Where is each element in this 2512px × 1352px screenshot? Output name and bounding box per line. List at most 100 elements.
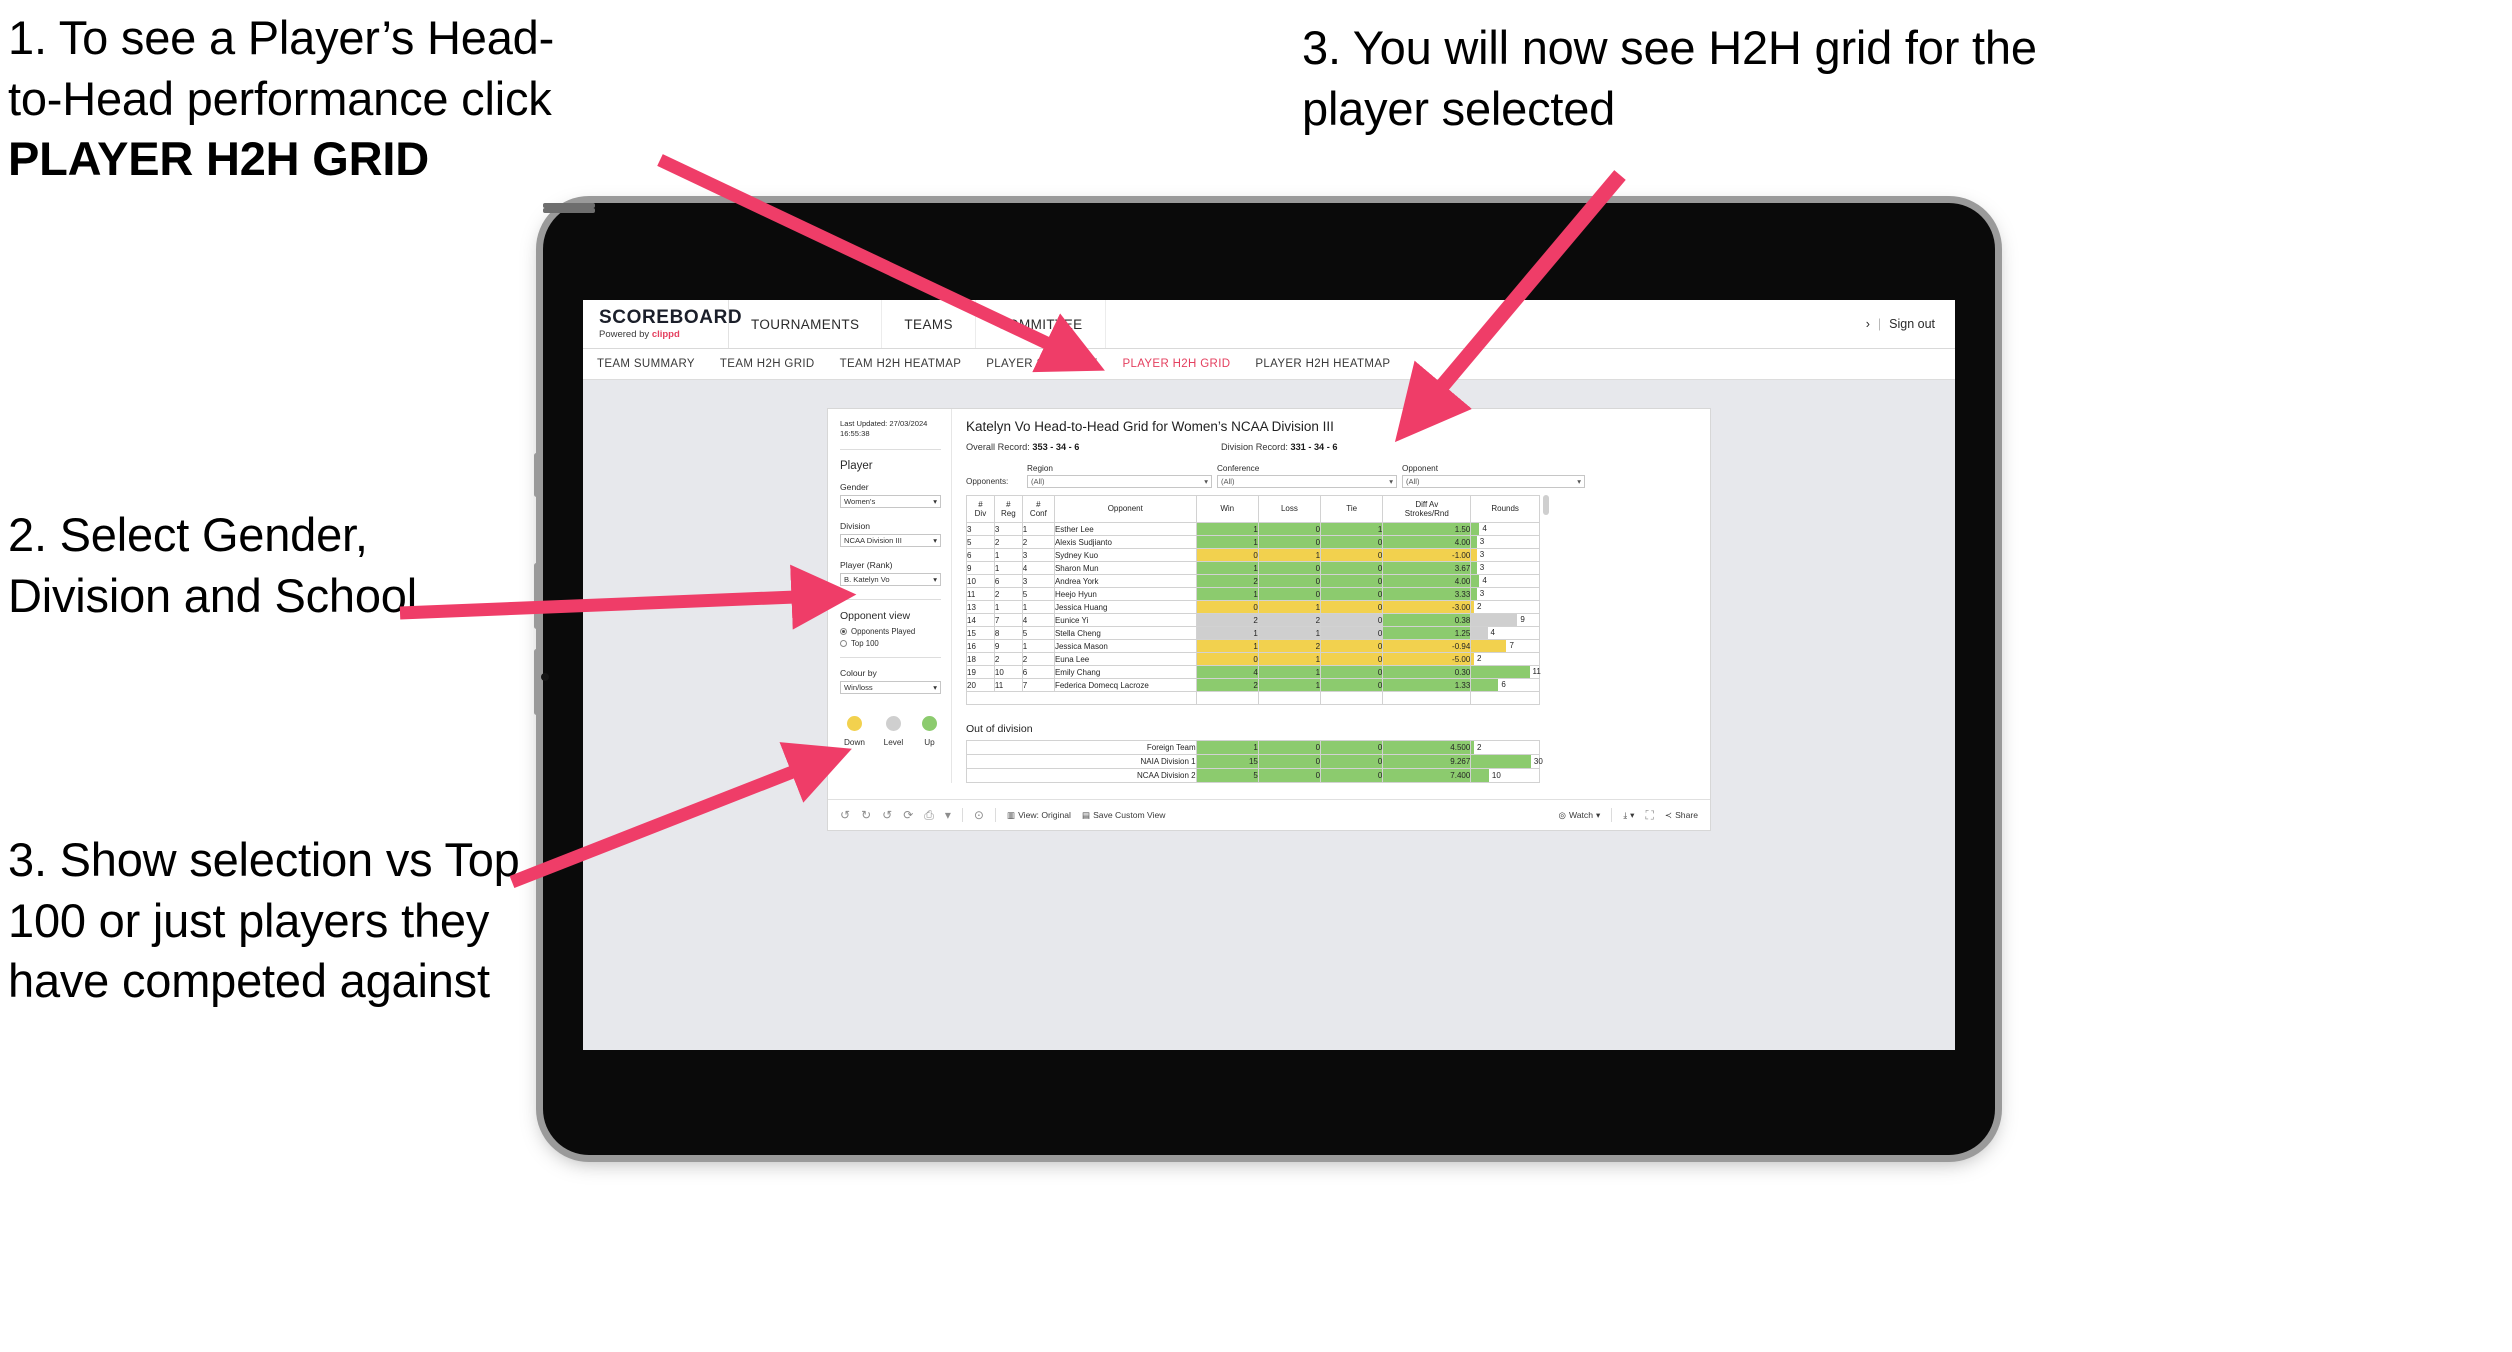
cell-div: 15 xyxy=(966,626,995,640)
cell-group-name: NCAA Division 2 xyxy=(966,768,1197,783)
legend-item-up: Up xyxy=(921,715,937,747)
col-reg[interactable]: # Reg xyxy=(993,495,1023,523)
gender-select[interactable]: Women's ▾ xyxy=(840,494,941,508)
cell-div: 11 xyxy=(966,587,995,601)
tab-player-h2h-grid[interactable]: PLAYER H2H GRID xyxy=(1122,358,1230,370)
player-rank-select-value: B. Katelyn Vo xyxy=(844,574,890,584)
division-label: Division xyxy=(840,520,871,531)
sidebar-divider-2 xyxy=(840,598,941,600)
cell-opponent: Jessica Huang xyxy=(1053,600,1197,614)
radio-opponents-played[interactable]: Opponents Played xyxy=(840,627,941,636)
chevron-down-icon[interactable]: ▾ xyxy=(945,809,951,821)
tab-team-h2h-heatmap[interactable]: TEAM H2H HEATMAP xyxy=(840,358,962,370)
table-row[interactable]: NAIA Division 1 15 0 0 9.267 30 xyxy=(966,754,1543,769)
table-row[interactable]: Foreign Team 1 0 0 4.500 2 xyxy=(966,740,1540,755)
cell-win: 15 xyxy=(1195,754,1259,769)
vertical-scrollbar[interactable] xyxy=(1543,495,1549,515)
cell-win: 2 xyxy=(1195,574,1259,588)
cell-tie: 0 xyxy=(1320,652,1384,666)
account-area: › | Sign out xyxy=(1866,300,1955,348)
table-row[interactable]: 5 2 2 Alexis Sudjianto 1 0 0 4.00 3 xyxy=(966,535,1540,549)
watch-button[interactable]: ◎ Watch ▾ xyxy=(1558,810,1600,821)
col-win[interactable]: Win xyxy=(1195,495,1259,523)
annotation-step-2: 2. Select Gender, Division and School xyxy=(8,508,417,622)
table-row[interactable]: 19 10 6 Emily Chang 4 1 0 0.30 11 xyxy=(966,665,1541,679)
tab-team-h2h-grid[interactable]: TEAM H2H GRID xyxy=(720,358,815,370)
pause-icon[interactable]: ⎙ xyxy=(924,809,934,821)
refresh-icon[interactable]: ⟳ xyxy=(903,809,913,821)
tab-team-summary[interactable]: TEAM SUMMARY xyxy=(597,358,695,370)
download-button[interactable]: ⤓ ▾ xyxy=(1623,810,1634,821)
scoreboard-logo[interactable]: SCOREBOARD Powered by clippd xyxy=(583,300,742,348)
table-row[interactable]: 20 11 7 Federica Domecq Lacroze 2 1 0 1.33 6 xyxy=(966,678,1540,692)
col-div[interactable]: # Div xyxy=(966,495,995,523)
table-row[interactable]: 6 1 3 Sydney Kuo 0 1 0 -1.00 3 xyxy=(966,548,1540,562)
cell-tie: 0 xyxy=(1320,613,1384,627)
cell-diff: -0.94 xyxy=(1382,639,1472,653)
division-select[interactable]: NCAA Division III ▾ xyxy=(840,533,941,547)
col-opponent[interactable]: Opponent xyxy=(1053,495,1197,523)
tab-player-h2h-heatmap[interactable]: PLAYER H2H HEATMAP xyxy=(1255,358,1390,370)
nav-item-committee[interactable]: COMMITTEE xyxy=(976,300,1106,348)
colour-by-label: Colour by xyxy=(840,667,877,678)
account-chevron-icon[interactable]: › xyxy=(1866,317,1870,331)
watch-label: Watch xyxy=(1568,810,1593,820)
revert-icon[interactable]: ↺ xyxy=(882,809,892,821)
table-row[interactable]: 18 2 2 Euna Lee 0 1 0 -5.00 2 xyxy=(966,652,1540,666)
conference-filter: Conference (All) ▾ xyxy=(1217,464,1397,488)
tab-player-summary[interactable]: PLAYER SUMMARY xyxy=(986,358,1097,370)
cell-diff: 0.30 xyxy=(1382,665,1472,679)
table-row[interactable]: 13 1 1 Jessica Huang 0 1 0 -3.00 2 xyxy=(966,600,1540,614)
chevron-down-icon: ▾ xyxy=(933,682,937,692)
radio-top-100[interactable]: Top 100 xyxy=(840,639,941,648)
cell-diff: 1.33 xyxy=(1382,678,1472,692)
cell-conf: 2 xyxy=(1021,535,1055,549)
cell-reg: 1 xyxy=(993,561,1023,575)
col-conf-l2: Conf xyxy=(1029,509,1047,518)
opponent-select[interactable]: (All) ▾ xyxy=(1402,475,1585,488)
table-row[interactable]: 3 3 1 Esther Lee 1 0 1 1.50 4 xyxy=(966,522,1540,536)
h2h-grid-body: 3 3 1 Esther Lee 1 0 1 1.50 4 5 2 2 Alexis Sudjianto… xyxy=(966,522,1541,705)
cell-reg: 6 xyxy=(993,574,1023,588)
cell-diff: -1.00 xyxy=(1382,548,1472,562)
sign-out-link[interactable]: Sign out xyxy=(1889,317,1935,331)
table-row[interactable]: 15 8 5 Stella Cheng 1 1 0 1.25 4 xyxy=(966,626,1540,640)
col-diff-av[interactable]: Diff Av Strokes/Rnd xyxy=(1382,495,1472,523)
table-row[interactable]: NCAA Division 2 5 0 0 7.400 10 xyxy=(966,768,1540,783)
sidebar-divider-3 xyxy=(840,656,941,658)
table-row[interactable]: 16 9 1 Jessica Mason 1 2 0 -0.94 7 xyxy=(966,639,1540,653)
col-conf[interactable]: # Conf xyxy=(1021,495,1055,523)
colour-by-select[interactable]: Win/loss ▾ xyxy=(840,680,941,694)
player-rank-select[interactable]: B. Katelyn Vo ▾ xyxy=(840,572,941,586)
nav-item-teams[interactable]: TEAMS xyxy=(882,300,976,348)
col-tie[interactable]: Tie xyxy=(1320,495,1384,523)
save-custom-view-button[interactable]: ▤ Save Custom View xyxy=(1082,810,1166,821)
cell-tie: 0 xyxy=(1320,587,1384,601)
col-loss[interactable]: Loss xyxy=(1257,495,1322,523)
cell-rounds: 2 xyxy=(1470,740,1540,755)
undo-icon[interactable]: ↺ xyxy=(840,809,850,821)
col-rounds[interactable]: Rounds xyxy=(1470,495,1540,523)
conference-select[interactable]: (All) ▾ xyxy=(1217,475,1397,488)
cell-reg: 8 xyxy=(993,626,1023,640)
table-row[interactable]: 10 6 3 Andrea York 2 0 0 4.00 4 xyxy=(966,574,1540,588)
table-row[interactable]: 9 1 4 Sharon Mun 1 0 0 3.67 3 xyxy=(966,561,1540,575)
nav-item-tournaments[interactable]: TOURNAMENTS xyxy=(729,300,883,348)
region-select[interactable]: (All) ▾ xyxy=(1027,475,1212,488)
sidebar-divider-1 xyxy=(840,448,941,450)
table-row[interactable]: 14 7 4 Eunice Yi 2 2 0 0.38 9 xyxy=(966,613,1540,627)
table-row[interactable]: 11 2 5 Heejo Hyun 1 0 0 3.33 3 xyxy=(966,587,1540,601)
cell-loss: 0 xyxy=(1257,754,1322,769)
view-original-button[interactable]: ▥ View: Original xyxy=(1007,810,1071,821)
cell-div: 19 xyxy=(966,665,995,679)
redo-icon[interactable]: ↻ xyxy=(861,809,871,821)
cell-win: 1 xyxy=(1195,522,1259,536)
fullscreen-icon[interactable]: ⛶ xyxy=(1645,809,1653,821)
cell-tie: 1 xyxy=(1320,522,1384,536)
alerts-icon[interactable]: ⊙ xyxy=(974,809,984,821)
cell-opponent: Emily Chang xyxy=(1053,665,1197,679)
cell-loss: 0 xyxy=(1257,587,1322,601)
opponents-label: Opponents: xyxy=(966,477,1009,486)
share-button[interactable]: ≺ Share xyxy=(1665,810,1698,821)
gender-label: Gender xyxy=(840,481,869,492)
